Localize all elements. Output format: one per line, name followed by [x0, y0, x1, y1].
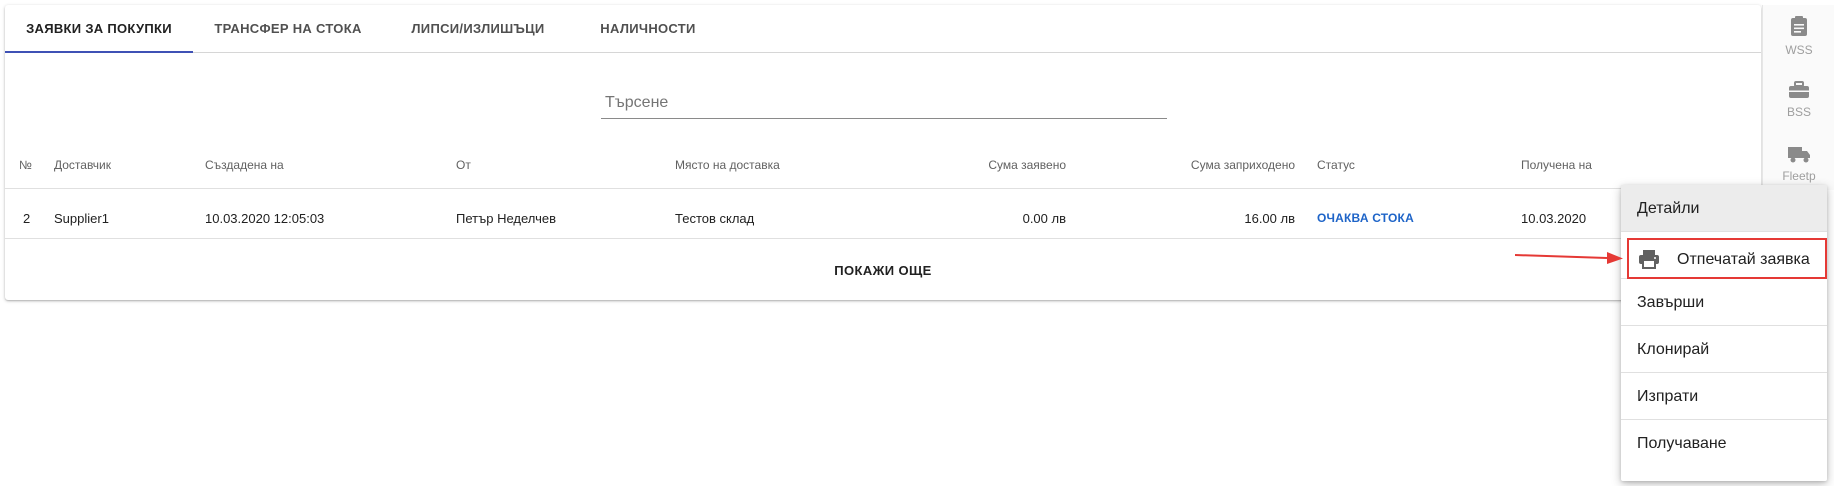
column-status: Статус — [1317, 158, 1355, 172]
clipboard-icon — [1791, 16, 1807, 36]
column-supplier: Доставчик — [54, 158, 112, 172]
column-delivery-location: Място на доставка — [675, 158, 780, 172]
tab-purchase-orders[interactable]: ЗАЯВКИ ЗА ПОКУПКИ — [5, 5, 193, 52]
search-input[interactable] — [601, 87, 1167, 119]
rail-item-label: WSS — [1785, 43, 1813, 57]
status-badge: ОЧАКВА СТОКА — [1317, 211, 1414, 225]
menu-item-send[interactable]: Изпрати — [1621, 373, 1827, 420]
cell-amount-received: 16.00 лв — [1244, 211, 1295, 226]
cell-received-on: 10.03.2020 — [1521, 211, 1587, 226]
briefcase-icon — [1789, 81, 1809, 98]
search-field — [601, 87, 1167, 121]
column-created: Създадена на — [205, 158, 284, 172]
cell-created: 10.03.2020 12:05:03 — [205, 211, 325, 226]
cell-amount-ordered: 0.00 лв — [1022, 211, 1066, 226]
tab-shortages-surpluses[interactable]: ЛИПСИ/ИЗЛИШЪЦИ — [383, 5, 573, 52]
arrow-icon — [1515, 252, 1623, 264]
divider — [5, 188, 1761, 189]
tab-inventory[interactable]: НАЛИЧНОСТИ — [573, 5, 723, 52]
column-amount-ordered: Сума заявено — [988, 158, 1066, 172]
purchase-orders-card: ЗАЯВКИ ЗА ПОКУПКИ ТРАНСФЕР НА СТОКА ЛИПС… — [5, 5, 1761, 300]
column-from: От — [456, 158, 471, 172]
show-more-button[interactable]: ПОКАЖИ ОЩЕ — [5, 243, 1761, 299]
cell-from: Петър Неделчев — [456, 211, 556, 226]
column-number: № — [19, 158, 32, 172]
cell-delivery-location: Тестов склад — [675, 211, 755, 226]
column-amount-received: Сума заприходено — [1190, 158, 1295, 172]
printer-icon — [1639, 250, 1659, 269]
rail-item-wss[interactable]: WSS — [1763, 15, 1834, 57]
menu-item-clone[interactable]: Клонирай — [1621, 326, 1827, 373]
cell-number: 2 — [23, 211, 31, 226]
rail-item-label: Fleetp — [1782, 169, 1816, 183]
tab-bar: ЗАЯВКИ ЗА ПОКУПКИ ТРАНСФЕР НА СТОКА ЛИПС… — [5, 5, 1761, 53]
active-tab-indicator — [5, 51, 193, 53]
rail-item-label: BSS — [1786, 105, 1811, 119]
print-order-label: Отпечатай заявка — [1677, 251, 1810, 268]
row-context-menu: Детайли Завърши Клонирай Изпрати Получав… — [1621, 185, 1827, 481]
tab-stock-transfer[interactable]: ТРАНСФЕР НА СТОКА — [193, 5, 383, 52]
right-rail: WSS BSS Fleetp — [1762, 5, 1834, 190]
cell-supplier: Supplier1 — [54, 211, 109, 226]
rail-item-bss[interactable]: BSS — [1763, 81, 1834, 119]
truck-icon — [1788, 147, 1810, 163]
column-received-on: Получена на — [1521, 158, 1592, 172]
rail-item-fleetp[interactable]: Fleetp — [1763, 145, 1834, 183]
menu-item-details[interactable]: Детайли — [1621, 185, 1827, 232]
divider — [5, 238, 1761, 239]
menu-item-receive[interactable]: Получаване — [1621, 420, 1827, 467]
menu-item-complete[interactable]: Завърши — [1621, 279, 1827, 326]
